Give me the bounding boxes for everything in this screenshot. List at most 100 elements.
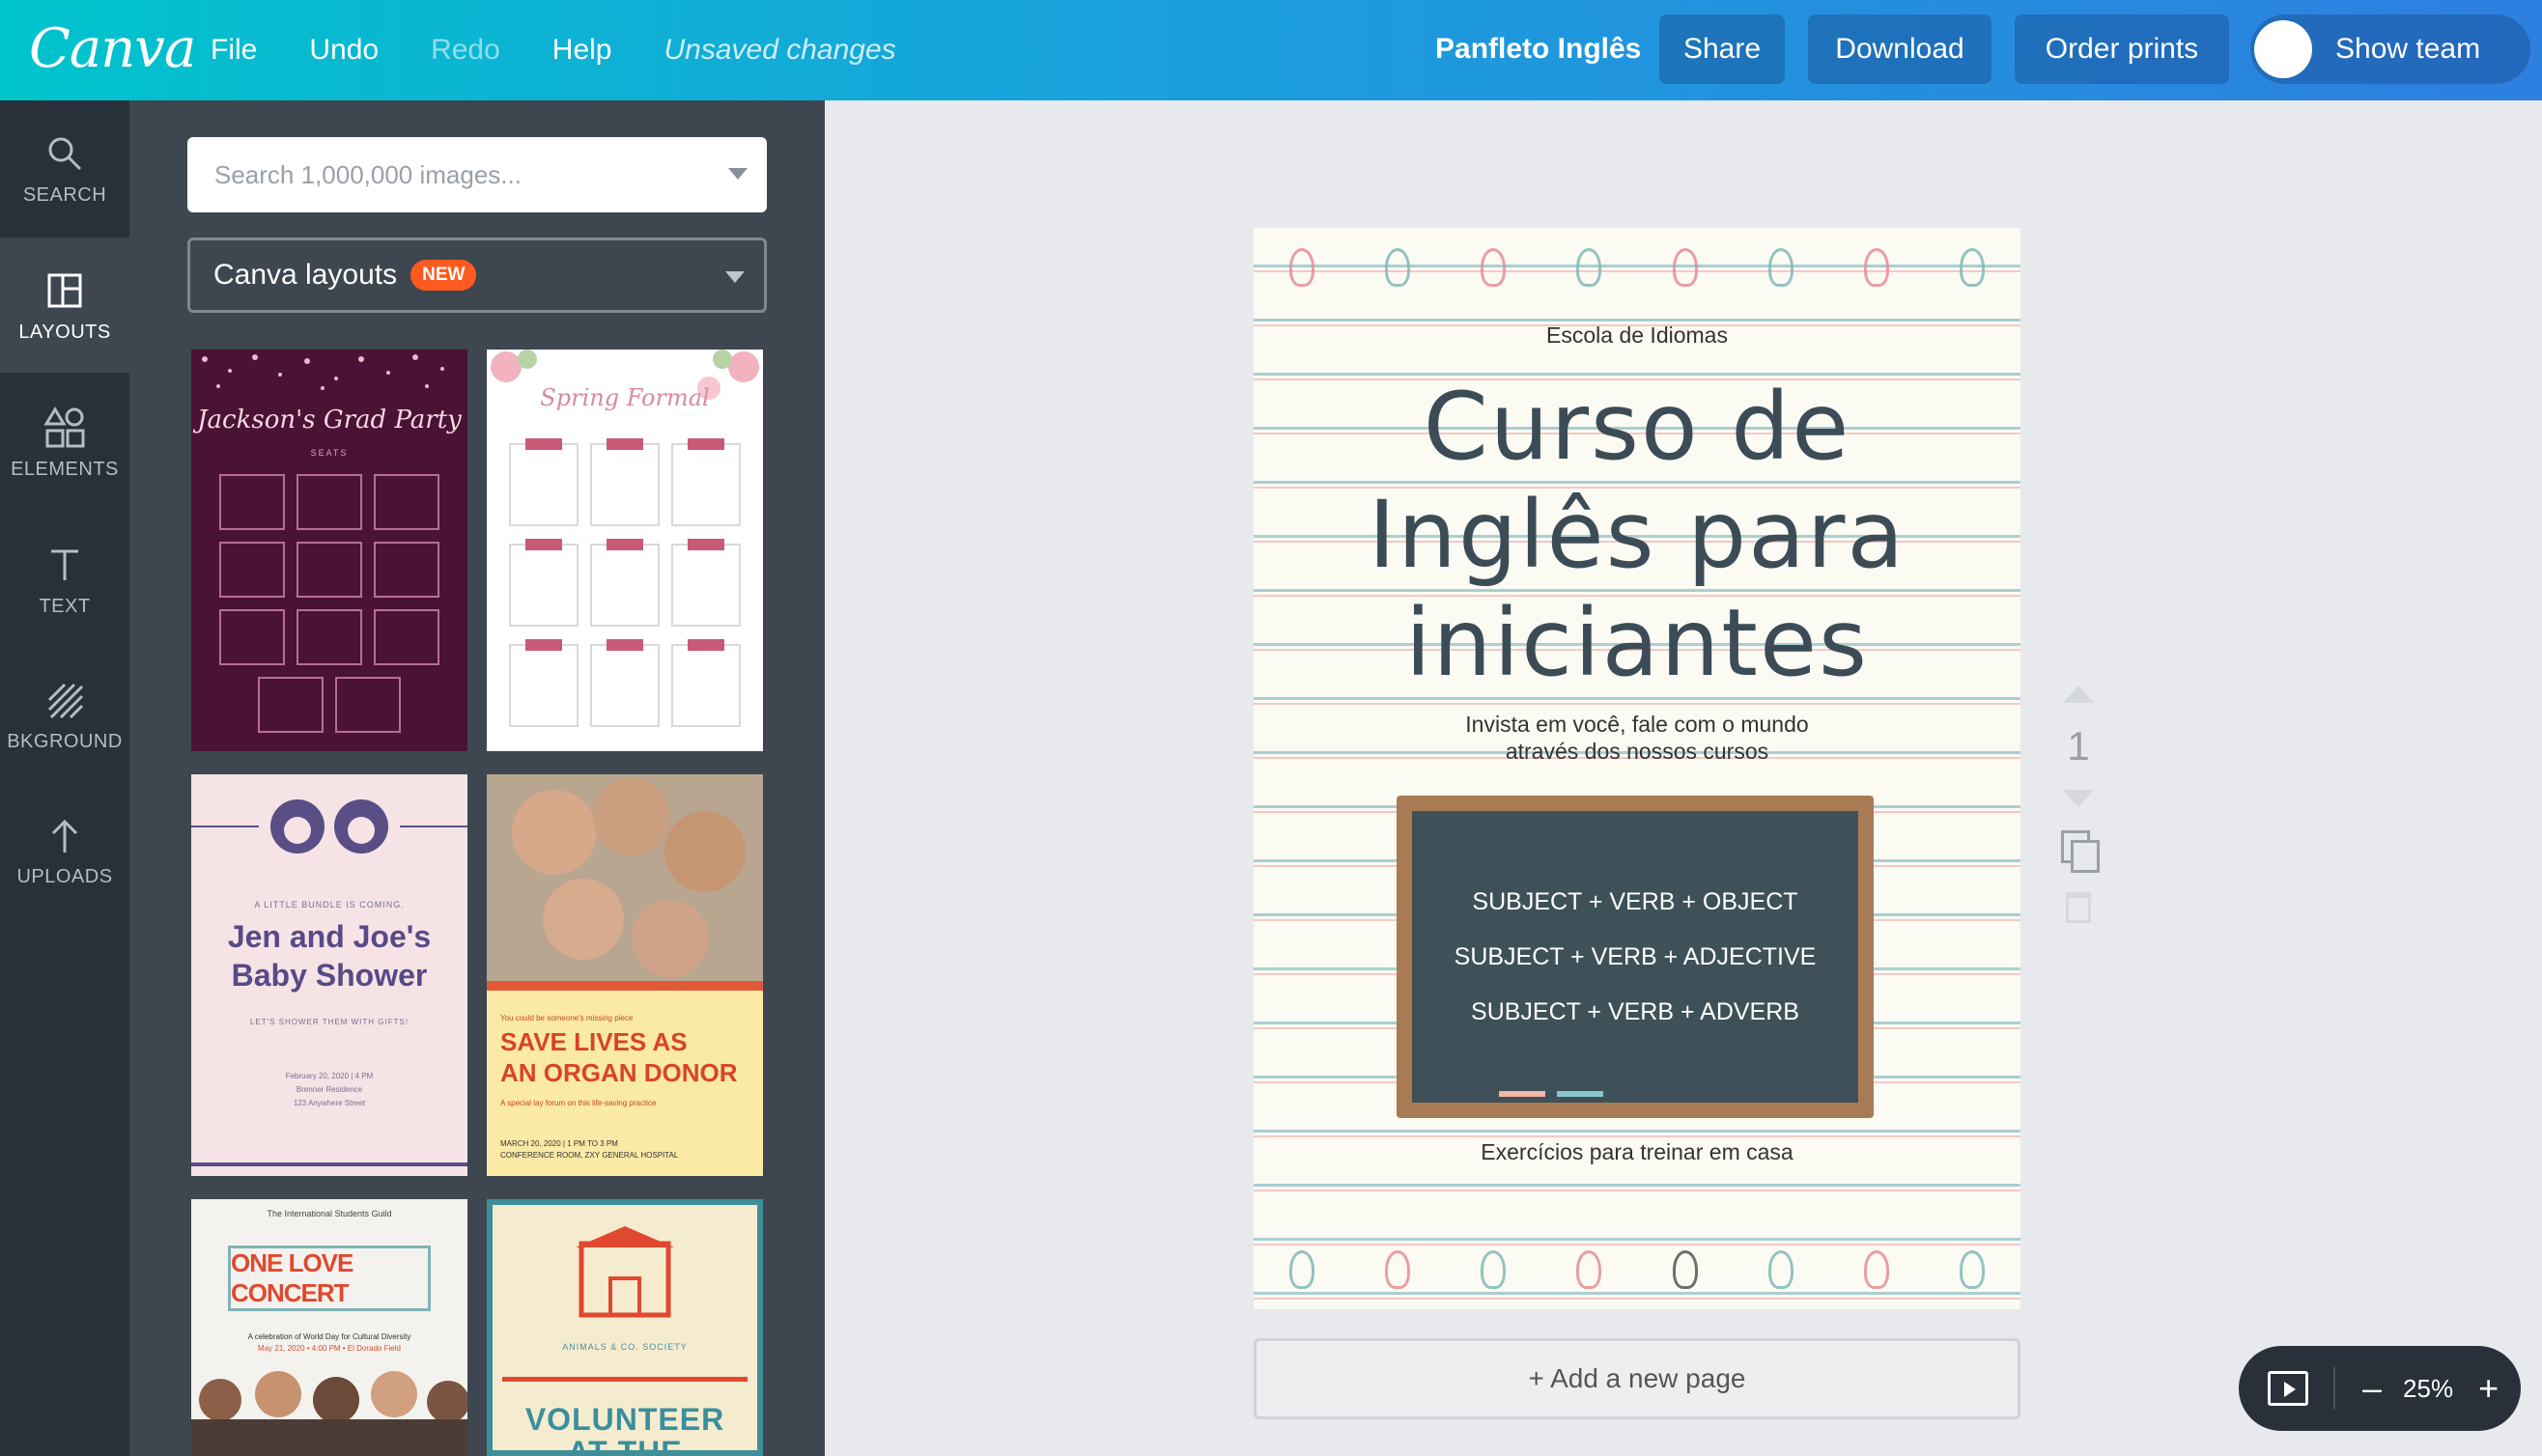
layout-select-label: Canva layouts bbox=[213, 259, 398, 291]
lightbulb-border-bottom bbox=[1254, 1230, 2020, 1309]
thumb-place: Brenner Residence bbox=[296, 1085, 363, 1094]
search-input[interactable] bbox=[187, 137, 690, 212]
zoom-level[interactable]: 25% bbox=[2403, 1374, 2453, 1404]
lightbulb-icon bbox=[1864, 248, 1890, 287]
rail-background[interactable]: BKGROUND bbox=[0, 647, 129, 782]
rail-elements[interactable]: ELEMENTS bbox=[0, 375, 129, 510]
chalk-piece bbox=[1557, 1091, 1603, 1097]
thumb-date: February 20, 2020 | 4 PM bbox=[285, 1072, 374, 1080]
file-menu[interactable]: File bbox=[211, 34, 257, 67]
layouts-icon bbox=[42, 267, 88, 314]
divider bbox=[2333, 1367, 2335, 1410]
show-team-label: Show team bbox=[2335, 33, 2481, 65]
lightbulb-icon bbox=[1384, 248, 1410, 287]
download-button[interactable]: Download bbox=[1808, 14, 1991, 84]
rail-uploads-label: UPLOADS bbox=[16, 865, 113, 887]
layout-filter-select[interactable]: Canva layouts NEW bbox=[187, 238, 767, 313]
thumb-where: CONFERENCE ROOM, ZXY GENERAL HOSPITAL bbox=[500, 1151, 679, 1160]
redo-button[interactable]: Redo bbox=[431, 34, 500, 67]
shelter-icon bbox=[576, 1226, 674, 1318]
heading-line-1: Curso de bbox=[1423, 373, 1851, 481]
rail-layouts[interactable]: LAYOUTS bbox=[0, 238, 129, 373]
thumb-title: Spring Formal bbox=[540, 384, 710, 411]
delete-page-icon[interactable] bbox=[2066, 892, 2091, 923]
canva-logo[interactable]: Canva bbox=[29, 17, 196, 80]
thumb-title-2: AT THE bbox=[567, 1435, 683, 1456]
heading-line-2: Inglês para bbox=[1368, 481, 1906, 589]
lightbulb-icon bbox=[1960, 248, 1986, 287]
subheading-line-2: através dos nossos cursos bbox=[1505, 739, 1769, 764]
order-prints-button[interactable]: Order prints bbox=[2015, 14, 2229, 84]
design-page[interactable]: Escola de Idiomas Curso de Inglês para i… bbox=[1254, 228, 2020, 1309]
zoom-in-button[interactable]: + bbox=[2478, 1368, 2499, 1409]
thumb-title-2: Baby Shower bbox=[231, 958, 428, 993]
lightbulb-icon bbox=[1481, 248, 1507, 287]
page-tools: 1 bbox=[2057, 686, 2100, 923]
thumb-org: ANIMALS & CO. SOCIETY bbox=[562, 1342, 688, 1352]
chalkboard-line-2: SUBJECT + VERB + ADJECTIVE bbox=[1454, 942, 1817, 970]
thumb-description: A celebration of World Day for Cultural … bbox=[247, 1332, 411, 1341]
page-heading[interactable]: Curso de Inglês para iniciantes bbox=[1254, 373, 2020, 697]
chevron-down-icon[interactable] bbox=[728, 168, 748, 180]
lightbulb-icon bbox=[1384, 1250, 1410, 1289]
background-icon bbox=[42, 677, 88, 723]
layout-thumbnail-organ-donor[interactable]: You could be someone's missing piece SAV… bbox=[487, 774, 763, 1176]
upload-icon bbox=[42, 812, 88, 858]
help-menu[interactable]: Help bbox=[552, 34, 612, 67]
avatar bbox=[2254, 20, 2312, 78]
lightbulb-border-top bbox=[1254, 228, 2020, 307]
thumb-tagline: LET'S SHOWER THEM WITH GIFTS! bbox=[249, 1018, 410, 1026]
left-rail: SEARCH LAYOUTS ELEMENTS TEXT BKGROUND UP… bbox=[0, 100, 129, 1456]
chevron-down-icon bbox=[725, 271, 745, 283]
layout-thumbnail-baby-shower[interactable]: A LITTLE BUNDLE IS COMING. Jen and Joe's… bbox=[191, 774, 467, 1176]
add-page-button[interactable]: + Add a new page bbox=[1254, 1338, 2020, 1419]
undo-button[interactable]: Undo bbox=[309, 34, 379, 67]
lightbulb-icon bbox=[1288, 1250, 1314, 1289]
rail-search-label: SEARCH bbox=[22, 183, 107, 206]
thumb-small: A LITTLE BUNDLE IS COMING. bbox=[254, 900, 405, 910]
divider bbox=[191, 1162, 467, 1166]
lightbulb-icon bbox=[1767, 1250, 1794, 1289]
layout-thumbnail-spring-formal[interactable]: Spring Formal bbox=[487, 350, 763, 751]
chalk-piece bbox=[1499, 1091, 1545, 1097]
thumb-org: The International Students Guild bbox=[267, 1209, 392, 1218]
new-badge: NEW bbox=[410, 260, 477, 291]
rail-elements-label: ELEMENTS bbox=[11, 458, 119, 480]
thumb-title-1: VOLUNTEER bbox=[524, 1402, 725, 1437]
main-menu: File Undo Redo Help Unsaved changes bbox=[211, 0, 896, 100]
chalkboard[interactable]: SUBJECT + VERB + OBJECT SUBJECT + VERB +… bbox=[1397, 796, 1874, 1118]
thumb-title-2: AN ORGAN DONOR bbox=[500, 1058, 738, 1087]
school-name[interactable]: Escola de Idiomas bbox=[1254, 322, 2020, 349]
thumb-subtitle: SEATS bbox=[310, 448, 349, 458]
photo-crowd bbox=[191, 1371, 467, 1456]
subheading[interactable]: Invista em você, fale com o mundo atravé… bbox=[1254, 711, 2020, 765]
zoom-control: – 25% + bbox=[2239, 1346, 2521, 1431]
divider bbox=[502, 1377, 748, 1382]
layout-thumbnail-concert[interactable]: The International Students Guild ONE LOV… bbox=[191, 1199, 467, 1456]
layout-thumbnail-volunteer[interactable]: ANIMALS & CO. SOCIETY VOLUNTEER AT THE bbox=[487, 1199, 763, 1456]
exercises-caption[interactable]: Exercícios para treinar em casa bbox=[1254, 1139, 2020, 1165]
share-button[interactable]: Share bbox=[1659, 14, 1785, 84]
rail-layouts-label: LAYOUTS bbox=[18, 321, 111, 343]
rail-background-label: BKGROUND bbox=[7, 730, 123, 752]
image-search[interactable] bbox=[187, 137, 767, 212]
text-icon bbox=[42, 542, 88, 588]
rail-search[interactable]: SEARCH bbox=[0, 100, 129, 236]
baby-icons bbox=[191, 799, 467, 854]
duplicate-page-icon[interactable] bbox=[2061, 830, 2100, 873]
rail-uploads[interactable]: UPLOADS bbox=[0, 782, 129, 917]
zoom-out-button[interactable]: – bbox=[2362, 1368, 2382, 1409]
save-status: Unsaved changes bbox=[664, 34, 896, 66]
present-icon[interactable] bbox=[2268, 1371, 2308, 1406]
layout-thumbnail-grad-party[interactable]: Jackson's Grad Party SEATS bbox=[191, 350, 467, 751]
show-team-button[interactable]: Show team bbox=[2250, 14, 2530, 84]
chalkboard-line-1: SUBJECT + VERB + OBJECT bbox=[1472, 887, 1798, 915]
move-page-up-icon[interactable] bbox=[2063, 686, 2094, 703]
lightbulb-icon bbox=[1767, 248, 1794, 287]
document-title[interactable]: Panfleto Inglês bbox=[1435, 33, 1641, 66]
move-page-down-icon[interactable] bbox=[2063, 790, 2094, 807]
rail-text[interactable]: TEXT bbox=[0, 512, 129, 647]
elements-icon bbox=[42, 405, 88, 451]
lightbulb-icon bbox=[1288, 248, 1314, 287]
thumb-description: A special lay forum on this life-saving … bbox=[500, 1099, 657, 1107]
